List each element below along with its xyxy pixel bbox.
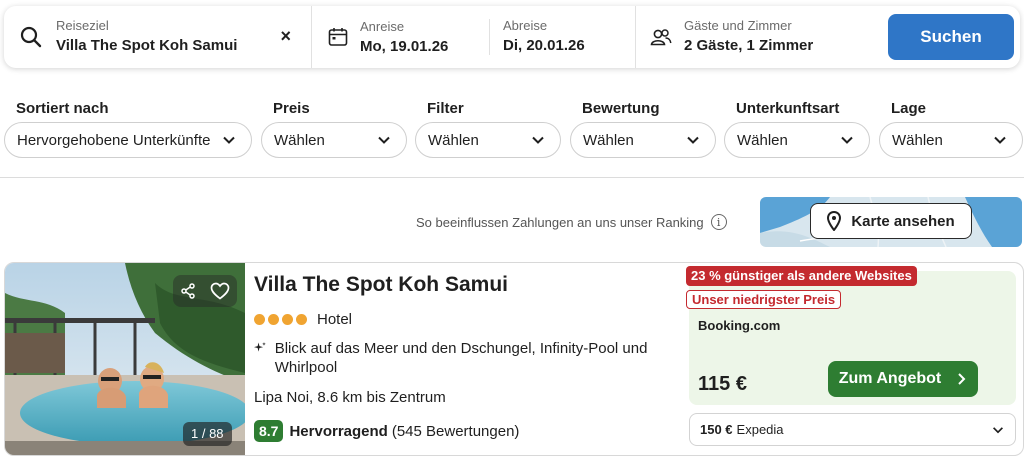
- hotel-photo[interactable]: 1 / 88: [5, 263, 245, 455]
- filter-title: Preis: [273, 100, 310, 117]
- rating-dropdown[interactable]: Wählen: [570, 122, 716, 158]
- map-button-label: Karte ansehen: [851, 212, 955, 230]
- lowest-price-badge: Unser niedrigster Preis: [686, 290, 842, 309]
- hotel-location: Lipa Noi, 8.6 km bis Zentrum: [254, 389, 446, 406]
- star-dot-icon: [268, 314, 279, 325]
- view-deal-button[interactable]: Zum Angebot: [828, 361, 978, 397]
- search-bar: Reiseziel Villa The Spot Koh Samui × Anr…: [4, 6, 1020, 68]
- chevron-down-icon: [378, 136, 390, 144]
- rating-word: Hervorragend: [289, 422, 388, 440]
- dates-field[interactable]: Anreise Mo, 19.01.26 Abreise Di, 20.01.2…: [312, 6, 636, 68]
- map-pin-icon: [827, 211, 842, 231]
- search-icon: [20, 26, 42, 48]
- filter-location: Lage Wählen: [879, 100, 1023, 158]
- checkout-value[interactable]: Di, 20.01.26: [503, 36, 585, 56]
- checkin-label: Anreise: [360, 19, 405, 34]
- filter-title: Filter: [427, 100, 464, 117]
- chevron-down-icon: [223, 136, 235, 144]
- filter-title: Sortiert nach: [16, 100, 109, 117]
- star-dot-icon: [296, 314, 307, 325]
- filter-title: Unterkunftsart: [736, 100, 840, 117]
- clear-icon[interactable]: ×: [280, 26, 291, 47]
- ranking-text: So beeinflussen Zahlungen an uns unser R…: [416, 214, 704, 230]
- filter-dropdown[interactable]: Wählen: [415, 122, 561, 158]
- dropdown-value: Wählen: [892, 131, 943, 149]
- chevron-down-icon: [532, 136, 544, 144]
- chevron-down-icon: [994, 136, 1006, 144]
- accommodation-dropdown[interactable]: Wählen: [724, 122, 870, 158]
- price-dropdown[interactable]: Wählen: [261, 122, 407, 158]
- checkout-field[interactable]: Abreise Di, 20.01.26: [503, 18, 585, 56]
- filter-sort: Sortiert nach Hervorgehobene Unterkünfte: [4, 100, 252, 158]
- deal-button-label: Zum Angebot: [838, 370, 942, 387]
- rating-score: 8.7: [254, 420, 284, 442]
- review-count: (545 Bewertungen): [391, 422, 520, 440]
- hotel-rating[interactable]: 8.7 Hervorragend (545 Bewertungen): [254, 420, 519, 442]
- star-dot-icon: [254, 314, 265, 325]
- filter-rating: Bewertung Wählen: [570, 100, 716, 158]
- filter-accommodation: Unterkunftsart Wählen: [724, 100, 870, 158]
- checkin-value[interactable]: Mo, 19.01.26: [360, 37, 489, 57]
- checkout-label: Abreise: [503, 18, 548, 33]
- filter-title: Bewertung: [582, 100, 660, 117]
- location-dropdown[interactable]: Wählen: [879, 122, 1023, 158]
- sparkle-icon: [254, 342, 266, 352]
- guests-field[interactable]: Gäste und Zimmer 2 Gäste, 1 Zimmer: [636, 6, 888, 68]
- checkin-field[interactable]: Anreise Mo, 19.01.26: [360, 19, 490, 55]
- hotel-name[interactable]: Villa The Spot Koh Samui: [254, 273, 508, 297]
- info-icon[interactable]: i: [710, 214, 727, 230]
- alternative-offer[interactable]: 150 € Expedia: [689, 413, 1016, 446]
- destination-value[interactable]: Villa The Spot Koh Samui: [56, 36, 237, 56]
- ranking-note[interactable]: So beeinflussen Zahlungen an uns unser R…: [416, 214, 727, 230]
- guests-value[interactable]: 2 Gäste, 1 Zimmer: [684, 36, 813, 56]
- chevron-right-icon: [958, 373, 966, 385]
- deal-price: 115 €: [698, 373, 747, 395]
- discount-badge: 23 % günstiger als andere Websites: [686, 266, 917, 286]
- destination-field[interactable]: Reiseziel Villa The Spot Koh Samui ×: [4, 6, 312, 68]
- filter-price: Preis Wählen: [261, 100, 407, 158]
- dropdown-value: Wählen: [583, 131, 634, 149]
- destination-label: Reiseziel: [56, 18, 109, 33]
- sort-dropdown[interactable]: Hervorgehobene Unterkünfte: [4, 122, 252, 158]
- photo-counter: 1 / 88: [183, 422, 232, 446]
- filter-title: Lage: [891, 100, 927, 117]
- share-icon[interactable]: [180, 283, 196, 299]
- hotel-type: Hotel: [317, 311, 353, 328]
- guests-icon: [650, 29, 672, 46]
- feature-text: Blick auf das Meer und den Dschungel, In…: [274, 340, 648, 376]
- filter-filter: Filter Wählen: [415, 100, 561, 158]
- calendar-icon: [328, 28, 348, 46]
- section-divider: [0, 177, 1024, 178]
- dropdown-value: Wählen: [274, 131, 325, 149]
- chevron-down-icon: [687, 136, 699, 144]
- alt-price: 150 €: [700, 422, 733, 437]
- filter-bar: Sortiert nach Hervorgehobene Unterkünfte…: [4, 100, 1024, 162]
- photo-actions: [173, 275, 237, 307]
- chevron-down-icon: [993, 426, 1003, 433]
- dropdown-value: Wählen: [428, 131, 479, 149]
- dropdown-value: Hervorgehobene Unterkünfte: [17, 131, 211, 149]
- heart-icon[interactable]: [210, 282, 230, 300]
- page: Reiseziel Villa The Spot Koh Samui × Anr…: [0, 0, 1024, 463]
- guests-label: Gäste und Zimmer: [684, 18, 792, 33]
- star-dot-icon: [282, 314, 293, 325]
- hotel-stars: Hotel: [254, 311, 352, 328]
- chevron-down-icon: [841, 136, 853, 144]
- deal-provider: Booking.com: [698, 318, 781, 333]
- map-preview[interactable]: Karte ansehen: [760, 197, 1022, 247]
- hotel-feature: Blick auf das Meer und den Dschungel, In…: [254, 339, 674, 377]
- alt-provider: Expedia: [736, 422, 784, 437]
- map-view-button[interactable]: Karte ansehen: [810, 203, 972, 239]
- hotel-info: Villa The Spot Koh Samui Hotel Blick auf…: [254, 263, 684, 455]
- hotel-card[interactable]: 1 / 88 Villa The Spot Koh Samui Hotel Bl…: [4, 262, 1024, 456]
- search-button[interactable]: Suchen: [888, 14, 1014, 60]
- dropdown-value: Wählen: [737, 131, 788, 149]
